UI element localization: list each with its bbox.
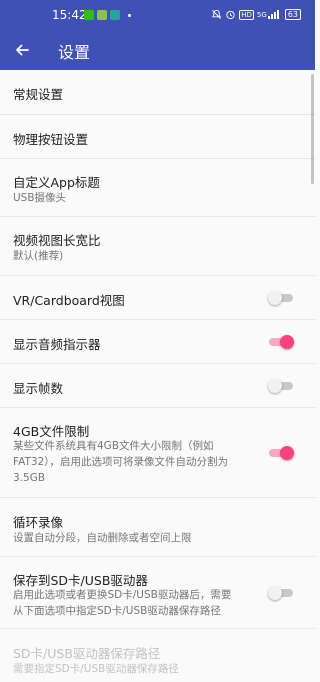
wechat-icon (84, 10, 94, 20)
setting-title: 显示音频指示器 (13, 337, 101, 352)
setting-title: 循环录像 (13, 515, 64, 530)
setting-custom-app-title[interactable]: 自定义App标题 USB摄像头 (0, 159, 315, 217)
notification-icons (84, 10, 131, 20)
audio-indicator-switch[interactable] (269, 335, 294, 349)
check-app-icon (97, 10, 107, 20)
alarm-icon (226, 10, 235, 20)
setting-vr-cardboard[interactable]: VR/Cardboard视图 (0, 276, 315, 320)
setting-save-to-sd[interactable]: 保存到SD卡/USB驱动器 启用此选项或者更换SD卡/USB驱动器后，需要 从下… (0, 557, 315, 629)
settings-list: 常规设置 物理按钮设置 自定义App标题 USB摄像头 视频视图长宽比 默认(推… (0, 70, 315, 682)
setting-subtitle: 启用此选项或者更换SD卡/USB驱动器后，需要 从下面选项中指定SD卡/USB驱… (13, 589, 232, 617)
setting-general[interactable]: 常规设置 (0, 70, 315, 115)
setting-physical-buttons[interactable]: 物理按钮设置 (0, 115, 315, 159)
vr-cardboard-switch[interactable] (268, 291, 293, 305)
setting-subtitle: 需要指定SD卡/USB驱动器保存路径 (13, 663, 179, 675)
setting-subtitle: 某些文件系统具有4GB文件大小限制（例如 FAT32），启用此选项可将录像文件自… (13, 440, 228, 484)
setting-title: 物理按钮设置 (13, 132, 89, 147)
setting-title: SD卡/USB驱动器保存路径 (13, 646, 161, 661)
system-status-icons: HD 5G 63 (211, 9, 301, 20)
setting-sd-save-path: SD卡/USB驱动器保存路径 需要指定SD卡/USB驱动器保存路径 (0, 629, 315, 682)
setting-title: VR/Cardboard视图 (13, 293, 125, 308)
app-bar: 设置 (0, 30, 315, 70)
setting-subtitle: USB摄像头 (13, 192, 67, 204)
back-arrow-icon (16, 44, 29, 56)
scrollbar[interactable] (311, 74, 314, 184)
setting-title: 自定义App标题 (13, 175, 100, 190)
setting-audio-indicator[interactable]: 显示音频指示器 (0, 320, 315, 364)
status-time: 15:42 (52, 8, 87, 22)
status-bar: 15:42 HD 5G 63 (0, 0, 315, 30)
back-button[interactable] (10, 38, 34, 62)
message-app-icon (110, 10, 120, 20)
5g-signal-icon: 5G (257, 10, 282, 19)
setting-loop-recording[interactable]: 循环录像 设置自动分段，自动删除或者空间上限 (0, 498, 315, 557)
mute-bell-icon (212, 9, 222, 19)
setting-show-fps[interactable]: 显示帧数 (0, 364, 315, 408)
show-fps-switch[interactable] (268, 379, 293, 393)
battery-icon: 63 (284, 9, 301, 20)
setting-subtitle: 默认(推荐) (13, 250, 64, 262)
4gb-limit-switch[interactable] (269, 446, 294, 460)
setting-title: 视频视图长宽比 (13, 233, 101, 248)
setting-subtitle: 设置自动分段，自动删除或者空间上限 (13, 532, 192, 544)
save-to-sd-switch[interactable] (268, 586, 293, 600)
setting-title: 显示帧数 (13, 381, 64, 396)
more-notifications-dot (128, 13, 131, 17)
setting-video-aspect-ratio[interactable]: 视频视图长宽比 默认(推荐) (0, 217, 315, 276)
page-title: 设置 (58, 43, 91, 62)
hd-icon: HD (239, 9, 254, 20)
setting-4gb-limit[interactable]: 4GB文件限制 某些文件系统具有4GB文件大小限制（例如 FAT32），启用此选… (0, 408, 315, 498)
setting-title: 常规设置 (13, 87, 64, 102)
